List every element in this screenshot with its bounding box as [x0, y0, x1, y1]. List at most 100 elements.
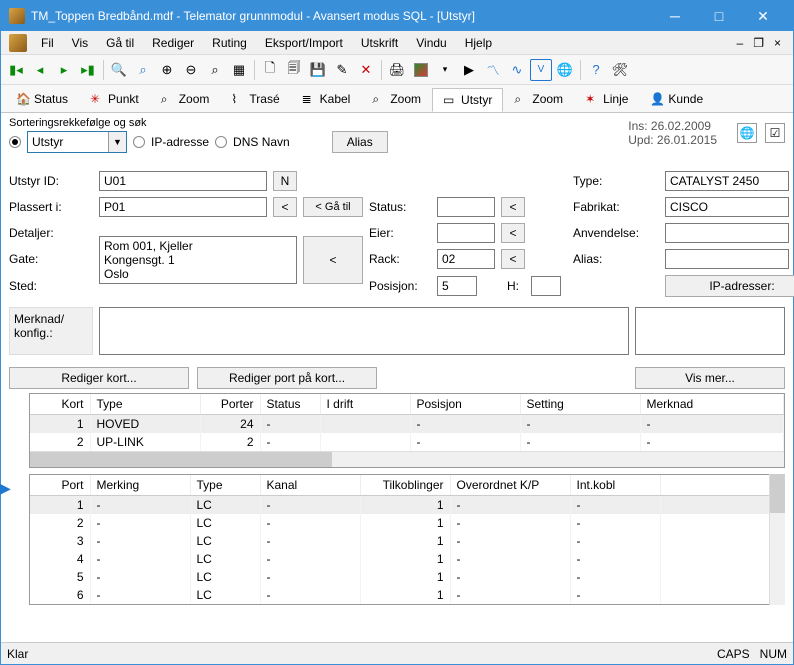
details-lookup-button[interactable]: < [303, 236, 363, 284]
menu-utskrift[interactable]: Utskrift [353, 33, 406, 53]
alias-button[interactable]: Alias [332, 131, 388, 153]
col-type[interactable]: Type [90, 394, 200, 415]
col-int[interactable]: Int.kobl [570, 475, 660, 496]
minimize-button[interactable]: ─ [653, 1, 697, 31]
nav-first-icon[interactable]: ▮◂ [5, 59, 27, 81]
radio-ip[interactable] [133, 136, 145, 148]
v-icon[interactable]: V [530, 59, 552, 81]
tab-zoom-1[interactable]: ⌕Zoom [150, 87, 221, 111]
zoom-out-icon[interactable]: ⊖ [180, 59, 202, 81]
col-status[interactable]: Status [260, 394, 320, 415]
menu-ruting[interactable]: Ruting [204, 33, 255, 53]
grid1-h-scrollbar[interactable] [30, 451, 784, 467]
anvendelse-field[interactable] [665, 223, 789, 243]
grid2-v-scrollbar[interactable] [769, 474, 785, 605]
menu-eksport[interactable]: Eksport/Import [257, 33, 351, 53]
menu-gatil[interactable]: Gå til [98, 33, 142, 53]
search-icon[interactable]: ⌕ [132, 59, 154, 81]
mdi-minimize-button[interactable]: – [733, 36, 748, 50]
col-setting[interactable]: Setting [520, 394, 640, 415]
zoom-in-icon[interactable]: ⊕ [156, 59, 178, 81]
eier-lookup-button[interactable]: < [501, 223, 525, 243]
menu-fil[interactable]: Fil [33, 33, 62, 53]
menu-hjelp[interactable]: Hjelp [457, 33, 500, 53]
radio-utstyr[interactable] [9, 136, 21, 148]
ip-list[interactable] [635, 307, 785, 355]
tab-zoom-2[interactable]: ⌕Zoom [361, 87, 432, 111]
n-button[interactable]: N [273, 171, 297, 191]
mdi-close-button[interactable]: × [770, 36, 785, 50]
save-icon[interactable]: 💾 [307, 59, 329, 81]
eier-field[interactable] [437, 223, 495, 243]
rediger-port-button[interactable]: Rediger port på kort... [197, 367, 377, 389]
edit-icon[interactable]: ✎ [331, 59, 353, 81]
col-posisjon[interactable]: Posisjon [410, 394, 520, 415]
table-row[interactable]: 1-LC-1-- [30, 496, 784, 515]
delete-icon[interactable]: ✕ [355, 59, 377, 81]
rack-lookup-button[interactable]: < [501, 249, 525, 269]
plassert-lookup-button[interactable]: < [273, 197, 297, 217]
nav-last-icon[interactable]: ▸▮ [77, 59, 99, 81]
flag-icon[interactable]: ▶ [458, 59, 480, 81]
sort-combo-input[interactable] [28, 132, 108, 152]
chevron-down-icon[interactable]: ▼ [108, 132, 126, 152]
col-type2[interactable]: Type [190, 475, 260, 496]
tab-kunde[interactable]: 👤Kunde [639, 87, 714, 111]
col-merknad[interactable]: Merknad [640, 394, 784, 415]
table-row[interactable]: 1HOVED24---- [30, 415, 784, 434]
col-kanal[interactable]: Kanal [260, 475, 360, 496]
tab-trase[interactable]: ⌇Trasé [220, 87, 290, 111]
table-row[interactable]: 2UP-LINK2---- [30, 433, 784, 451]
maximize-button[interactable]: □ [697, 1, 741, 31]
table-row[interactable]: 6-LC-1-- [30, 586, 784, 604]
col-tilk[interactable]: Tilkoblinger [360, 475, 450, 496]
ip-addresses-button[interactable]: IP-adresser: [665, 275, 794, 297]
sort-combo[interactable]: ▼ [27, 131, 127, 153]
utstyr-id-field[interactable] [99, 171, 267, 191]
type-field[interactable] [665, 171, 789, 191]
mdi-restore-button[interactable]: ❐ [749, 36, 768, 50]
tools-icon[interactable]: 🛠 [609, 59, 631, 81]
goto-button[interactable]: < Gå til [303, 197, 363, 217]
tab-linje[interactable]: ✶Linje [574, 87, 639, 111]
col-merking[interactable]: Merking [90, 475, 190, 496]
print-icon[interactable]: 🖨 [386, 59, 408, 81]
checklist-icon[interactable]: ☑ [765, 123, 785, 143]
map-drop-icon[interactable]: ▾ [434, 59, 456, 81]
plassert-field[interactable] [99, 197, 267, 217]
map-icon[interactable] [410, 59, 432, 81]
col-porter[interactable]: Porter [200, 394, 260, 415]
h-field[interactable] [531, 276, 561, 296]
status-lookup-button[interactable]: < [501, 197, 525, 217]
status-field[interactable] [437, 197, 495, 217]
fabrikat-field[interactable] [665, 197, 789, 217]
alias-field[interactable] [665, 249, 789, 269]
globe-icon[interactable]: 🌐 [554, 59, 576, 81]
menu-vindu[interactable]: Vindu [408, 33, 454, 53]
wave-icon[interactable]: ∿ [506, 59, 528, 81]
tab-punkt[interactable]: ✳Punkt [79, 87, 150, 111]
col-over[interactable]: Overordnet K/P [450, 475, 570, 496]
globe-link-icon[interactable]: 🌐 [737, 123, 757, 143]
tab-status[interactable]: 🏠Status [5, 87, 79, 111]
tab-zoom-3[interactable]: ⌕Zoom [503, 87, 574, 111]
table-row[interactable]: 5-LC-1-- [30, 568, 784, 586]
nav-prev-icon[interactable]: ◂ [29, 59, 51, 81]
vis-mer-button[interactable]: Vis mer... [635, 367, 785, 389]
rediger-kort-button[interactable]: Rediger kort... [9, 367, 189, 389]
col-idrift[interactable]: I drift [320, 394, 410, 415]
nav-next-icon[interactable]: ▸ [53, 59, 75, 81]
table-row[interactable]: 2-LC-1-- [30, 514, 784, 532]
col-port[interactable]: Port [30, 475, 90, 496]
help-icon[interactable]: ? [585, 59, 607, 81]
menu-vis[interactable]: Vis [64, 33, 96, 53]
merknad-textarea[interactable] [99, 307, 629, 355]
tab-kabel[interactable]: ≣Kabel [291, 87, 362, 111]
radio-dns[interactable] [215, 136, 227, 148]
menu-rediger[interactable]: Rediger [144, 33, 202, 53]
close-button[interactable]: ✕ [741, 1, 785, 31]
col-kort[interactable]: Kort [30, 394, 90, 415]
chart-icon[interactable]: 〽 [482, 59, 504, 81]
rack-field[interactable] [437, 249, 495, 269]
posisjon-field[interactable] [437, 276, 477, 296]
